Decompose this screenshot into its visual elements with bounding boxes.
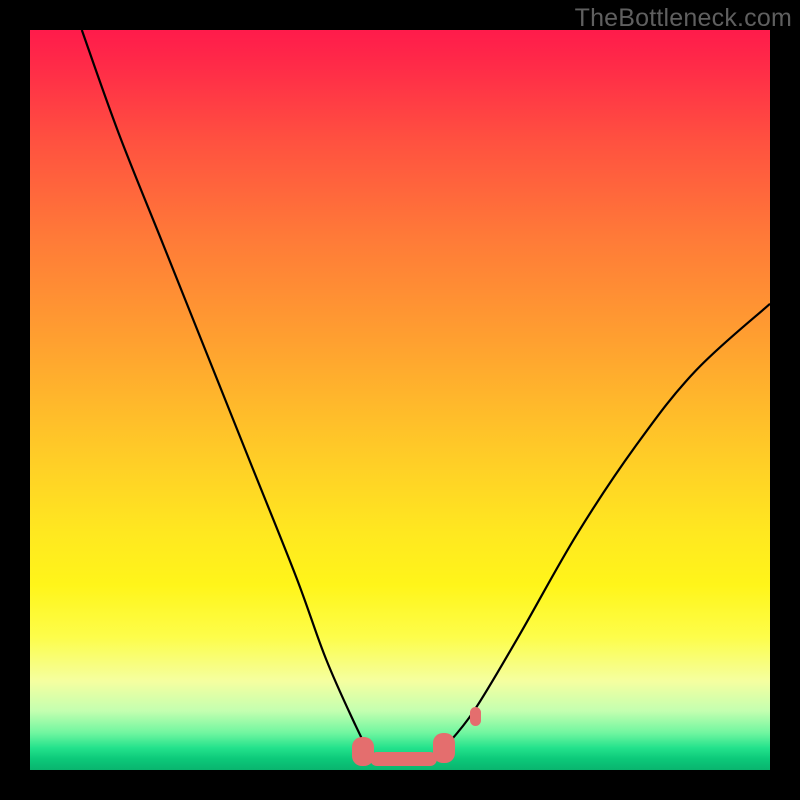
left-curve: [82, 30, 371, 755]
plot-area: [30, 30, 770, 770]
curve-layer: [30, 30, 770, 770]
valley-right-blob: [433, 733, 455, 763]
right-curve: [444, 304, 770, 748]
valley-floor-blob: [370, 752, 437, 767]
detached-dot: [470, 707, 481, 726]
outer-frame: TheBottleneck.com: [0, 0, 800, 800]
watermark-text: TheBottleneck.com: [575, 4, 792, 33]
